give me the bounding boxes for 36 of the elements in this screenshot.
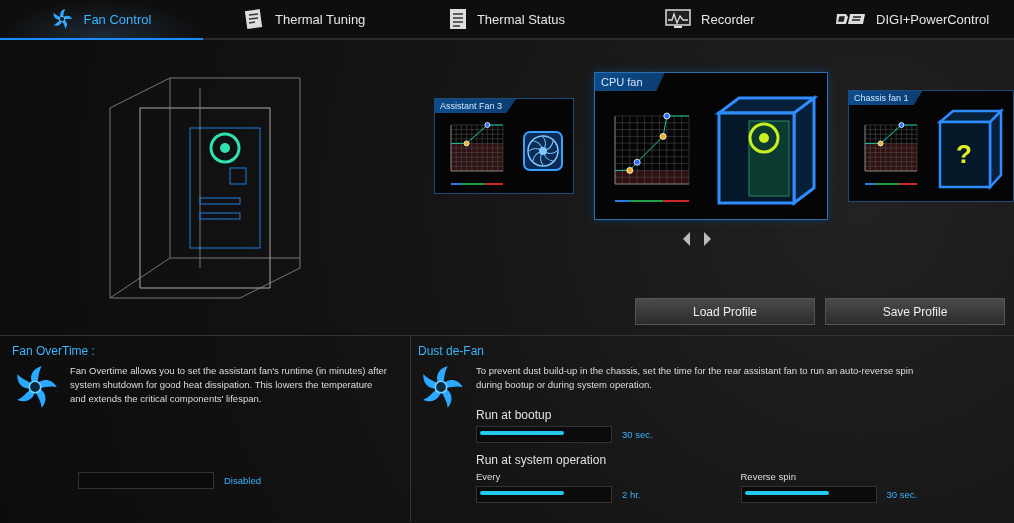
card-title: Chassis fan 1 [849,91,923,105]
logo-icon [836,12,867,26]
slider-track[interactable] [476,426,612,443]
previous-arrow[interactable] [682,232,690,246]
nav-tab[interactable]: Thermal Status [405,0,609,38]
next-arrow[interactable] [703,232,711,246]
section-title: Dust de-Fan [418,344,486,358]
fan-drawing [521,129,565,173]
profile-button[interactable]: Load Profile [635,298,815,325]
description-text: To prevent dust build-up in the chassis, set the time for the rear assistant fan to run an auto-reverse spin during bootup or during system operation. [476,364,915,392]
nav-tab[interactable]: DIGI+PowerControl [811,0,1014,38]
monitor-icon [665,9,692,29]
section-title: Fan OverTime : [12,344,96,358]
fan-icon [51,8,74,30]
slider-track[interactable] [78,472,214,489]
fan-card[interactable]: Chassis fan 1 ? [848,90,1014,202]
fan-card[interactable]: CPU fan [594,72,828,220]
question-mark: ? [956,141,972,167]
nav-tab[interactable]: Recorder [608,0,812,38]
setting-heading: Run at system operation [476,453,608,467]
card-title: Assistant Fan 3 [435,99,517,113]
fan-card[interactable]: Assistant Fan 3 [434,98,574,194]
slider-value: Disabled [224,475,261,486]
slider-value: 30 sec. [886,489,918,500]
slider-track[interactable] [476,486,612,503]
card-title: CPU fan [595,73,665,91]
setting-label: Reverse spin [740,471,797,482]
nav-tab[interactable]: Thermal Tuning [202,0,406,38]
description-text: Fan Overtime allows you to set the assistant fan's runtime (in minutes) after system shutdown for good heat dissipation. This lowers the temperature and extends the critical components' lifespan. [70,364,389,406]
setting-heading: Run at bootup [476,408,553,422]
slider-track[interactable] [740,486,877,503]
setting-label: Every [476,471,502,482]
profile-button[interactable]: Save Profile [825,298,1005,325]
slider-value: 2 hr. [622,489,641,500]
slider-value: 30 sec. [622,429,653,440]
document-icon [448,8,467,30]
